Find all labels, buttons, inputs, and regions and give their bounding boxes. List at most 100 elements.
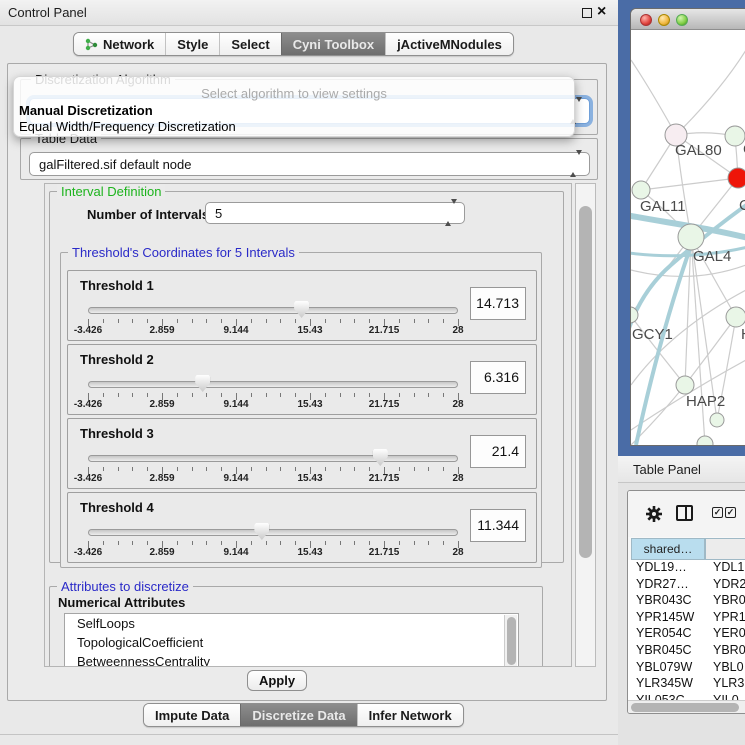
attribute-list-item[interactable]: SelfLoops — [65, 614, 518, 633]
node-label: C — [739, 197, 745, 214]
num-intervals-label: Number of Intervals — [87, 207, 209, 222]
zoom-traffic-light[interactable] — [676, 14, 688, 26]
threshold-label: Threshold 2 — [80, 352, 154, 367]
tab-style[interactable]: Style — [165, 33, 219, 55]
network-canvas[interactable]: GAL80GCGAL11GAL4GCY1HHAP2 — [631, 30, 745, 445]
table-row[interactable]: YBR043CYBR0 — [628, 593, 745, 610]
tab-discretize-data[interactable]: Discretize Data — [240, 704, 356, 726]
attribute-list-item[interactable]: BetweennessCentrality — [65, 652, 518, 667]
tab-select[interactable]: Select — [219, 33, 280, 55]
table-row[interactable]: YDL19…YDL1 — [628, 560, 745, 577]
node-label: GAL11 — [640, 198, 686, 215]
slider-track[interactable] — [88, 455, 458, 462]
cell-name: YBL0 — [713, 660, 744, 674]
node-label: GCY1 — [632, 326, 673, 343]
threshold-row: Threshold 2-3.4262.8599.14415.4321.71528… — [67, 344, 537, 415]
float-window-icon[interactable] — [582, 8, 592, 18]
network-node[interactable] — [676, 376, 694, 394]
close-icon[interactable]: × — [597, 2, 606, 22]
attributes-group: Attributes to discretize Numerical Attri… — [49, 586, 543, 667]
tab-jactivemnodules[interactable]: jActiveMNodules — [385, 33, 513, 55]
slider-thumb[interactable] — [373, 449, 388, 466]
tab-label: Select — [231, 37, 269, 52]
tick-label: 2.859 — [149, 399, 174, 410]
threshold-value-field[interactable]: 14.713 — [470, 287, 526, 320]
cell-name: YLR3 — [713, 676, 744, 690]
scrollbar-thumb[interactable] — [631, 703, 739, 712]
algorithm-option[interactable]: Manual Discretization — [19, 103, 153, 118]
desktop-background: GAL80GCGAL11GAL4GCY1HHAP2 — [618, 0, 745, 456]
network-node[interactable] — [725, 126, 745, 146]
threshold-value-field[interactable]: 11.344 — [470, 509, 526, 542]
tab-label: Style — [177, 37, 208, 52]
node-label: GAL80 — [675, 142, 722, 159]
table-h-scrollbar[interactable] — [628, 700, 745, 713]
table-row[interactable]: YER054CYER0 — [628, 626, 745, 643]
tab-network[interactable]: Network — [74, 33, 165, 55]
algorithm-dropdown-popup: Select algorithm to view settings Manual… — [13, 76, 575, 137]
tick-label: 2.859 — [149, 473, 174, 484]
select-all-checks-icon[interactable]: ✓✓ — [712, 507, 736, 518]
table-data-value: galFiltered.sif default node — [39, 153, 191, 175]
minimize-traffic-light[interactable] — [658, 14, 670, 26]
tick-label: 21.715 — [369, 473, 400, 484]
window-titlebar[interactable] — [631, 9, 745, 30]
network-node[interactable] — [726, 307, 745, 327]
tab-cyni-toolbox[interactable]: Cyni Toolbox — [281, 33, 385, 55]
table-row[interactable]: YPR145WYPR1 — [628, 610, 745, 627]
table-row[interactable]: YBR045CYBR0 — [628, 643, 745, 660]
cell-shared-name: YBL079W — [636, 660, 692, 674]
slider-track[interactable] — [88, 307, 458, 314]
tab-label: jActiveMNodules — [397, 37, 502, 52]
tick-label: 15.43 — [297, 325, 322, 336]
table-row[interactable]: YDR27…YDR2 — [628, 577, 745, 594]
settings-gear-icon[interactable] — [645, 505, 663, 523]
thresholds-group: Threshold's Coordinates for 5 Intervals … — [60, 252, 542, 568]
network-node[interactable] — [632, 181, 650, 199]
slider-track[interactable] — [88, 529, 458, 536]
list-scrollbar[interactable] — [504, 615, 517, 667]
close-traffic-light[interactable] — [640, 14, 652, 26]
slider-thumb[interactable] — [195, 375, 210, 392]
column-header[interactable]: n — [705, 538, 745, 560]
panel-scrollbar[interactable] — [575, 183, 596, 667]
tick-label: 15.43 — [297, 473, 322, 484]
tab-impute-data[interactable]: Impute Data — [144, 704, 240, 726]
slider-track[interactable] — [88, 381, 458, 388]
tick-label: -3.426 — [74, 473, 102, 484]
cell-shared-name: YBR045C — [636, 643, 692, 657]
slider-thumb[interactable] — [254, 523, 269, 540]
column-header[interactable]: shared… — [631, 538, 705, 560]
table-data-combobox[interactable]: galFiltered.sif default node — [29, 152, 590, 176]
bottom-tab-bar: Impute DataDiscretize DataInfer Network — [143, 703, 464, 727]
network-view-window: GAL80GCGAL11GAL4GCY1HHAP2 — [630, 8, 745, 446]
threshold-value-field[interactable]: 21.4 — [470, 435, 526, 468]
apply-button[interactable]: Apply — [247, 670, 307, 691]
table-row[interactable]: YIL053CYIL0 — [628, 693, 745, 700]
network-node[interactable] — [697, 436, 713, 446]
algorithm-option[interactable]: Equal Width/Frequency Discretization — [19, 119, 236, 134]
node-table: ✓✓ shared… n YDL19…YDL1YDR27…YDR2YBR043C… — [627, 490, 745, 714]
network-node[interactable] — [710, 413, 724, 427]
scrollbar-thumb[interactable] — [579, 206, 592, 558]
table-row[interactable]: YLR345WYLR3 — [628, 676, 745, 693]
slider-thumb[interactable] — [294, 301, 309, 318]
panel-title: Control Panel — [8, 5, 87, 20]
attribute-list-item[interactable]: TopologicalCoefficient — [65, 633, 518, 652]
cell-name: YPR1 — [713, 610, 745, 624]
split-columns-icon[interactable] — [676, 505, 693, 521]
table-row[interactable]: YBL079W YBL0 — [628, 660, 745, 677]
num-intervals-combobox[interactable]: 5 — [205, 202, 465, 224]
numerical-attributes-label: Numerical Attributes — [58, 595, 185, 610]
network-node[interactable] — [728, 168, 745, 188]
interval-group-title: Interval Definition — [57, 184, 165, 199]
table-panel-header: Table Panel — [618, 456, 745, 483]
scrollbar-thumb[interactable] — [507, 617, 516, 665]
network-node[interactable] — [678, 224, 704, 250]
combo-arrows-icon — [570, 155, 582, 173]
threshold-value-field[interactable]: 6.316 — [470, 361, 526, 394]
attributes-list[interactable]: SelfLoopsTopologicalCoefficientBetweenne… — [64, 613, 519, 667]
tab-infer-network[interactable]: Infer Network — [357, 704, 463, 726]
tick-label: 9.144 — [223, 325, 248, 336]
interval-definition-group: Interval Definition Number of Intervals … — [49, 191, 564, 563]
